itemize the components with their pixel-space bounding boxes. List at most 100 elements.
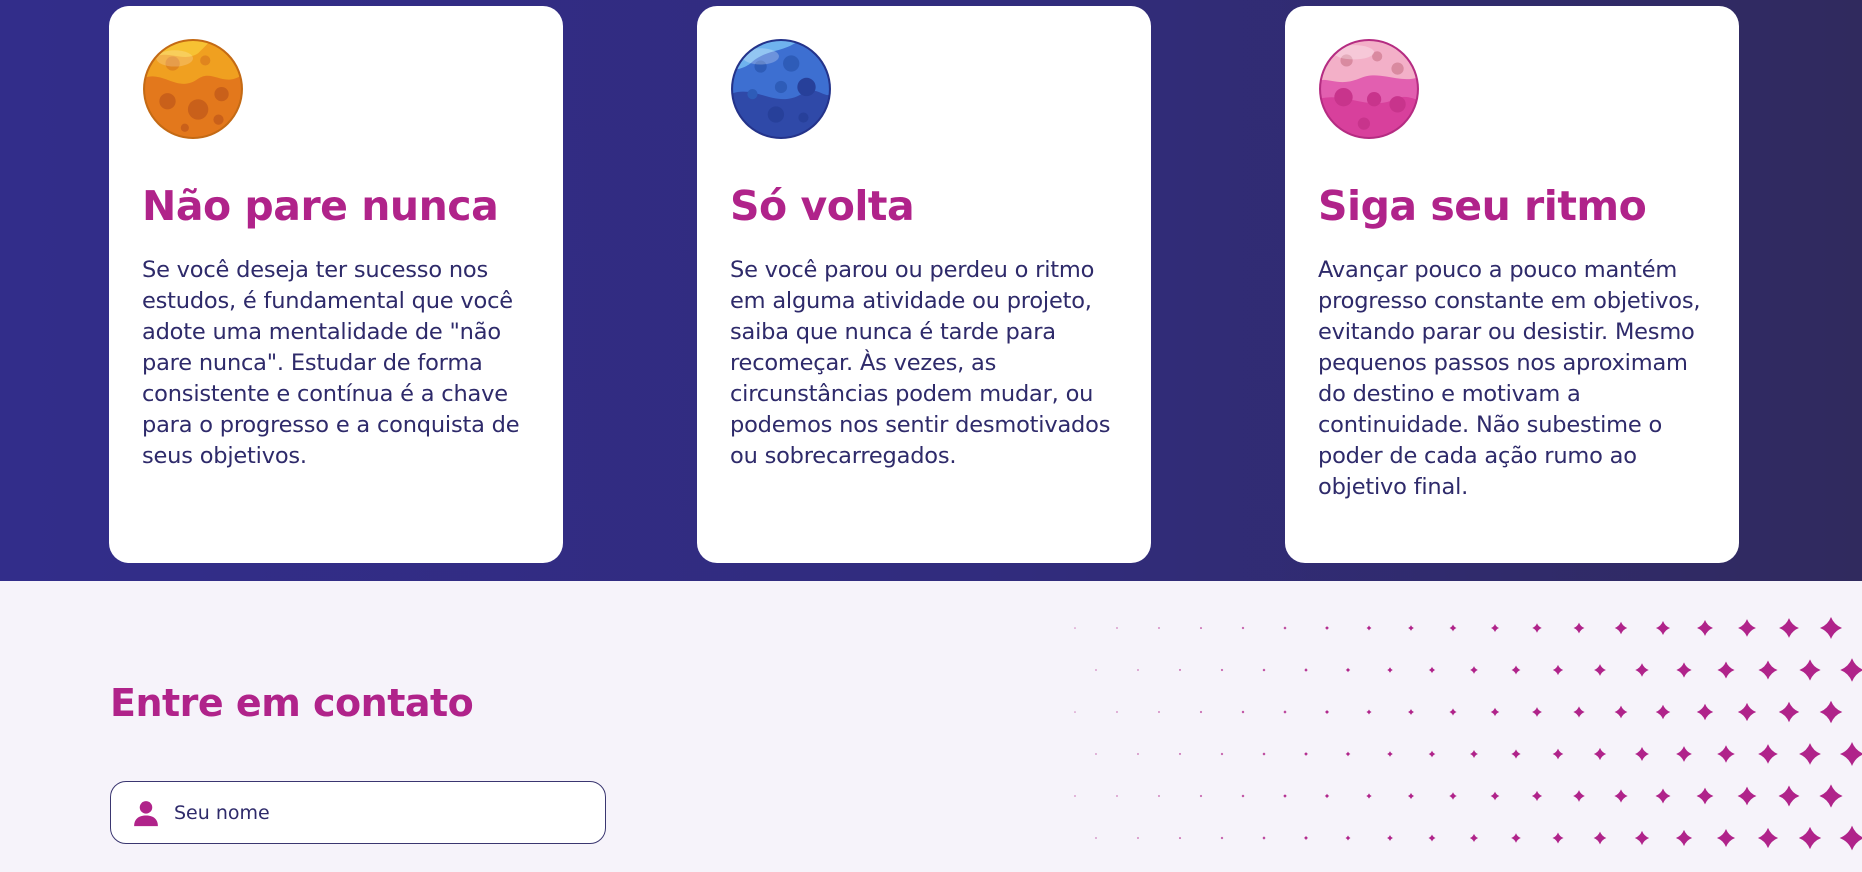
sparkle-star-icon (1839, 825, 1862, 851)
sparkle-star-icon (1469, 833, 1479, 843)
sparkle-star-icon (1696, 787, 1714, 805)
sparkle-star-icon (1366, 625, 1372, 631)
sparkle-star-icon (1779, 618, 1799, 638)
sparkle-star-icon (1199, 710, 1203, 714)
sparkle-star-icon (1178, 836, 1182, 840)
sparkle-star-icon (1717, 661, 1735, 679)
sparkle-star-icon (1262, 752, 1266, 756)
sparkle-star-icon (1737, 702, 1757, 722)
sparkle-star-icon (1490, 707, 1500, 717)
sparkle-star-icon (1407, 792, 1415, 800)
sparkle-star-icon (1593, 831, 1607, 845)
sparkle-star-icon (1593, 747, 1607, 761)
sparkle-star-icon (1840, 658, 1862, 682)
sparkle-star-icon (1573, 622, 1585, 634)
sparkle-star-icon (1116, 795, 1118, 797)
features-section: Não pare nunca Se você deseja ter sucess… (0, 0, 1862, 581)
sparkle-star-icon (1178, 752, 1182, 756)
sparkle-star-icon (1552, 748, 1564, 760)
sparkle-star-icon (1490, 623, 1500, 633)
sparkle-star-icon (1241, 710, 1245, 714)
sparkle-star-icon (1819, 700, 1843, 724)
sparkle-star-icon (1675, 829, 1693, 847)
sparkle-star-icon (1345, 751, 1351, 757)
sparkle-star-icon (1283, 794, 1287, 798)
sparkle-star-icon (1737, 786, 1757, 806)
sparkle-star-icon (1716, 828, 1736, 848)
sparkle-star-icon (1532, 623, 1542, 633)
sparkle-star-icon (1614, 621, 1628, 635)
card-text: Avançar pouco a pouco mantém progresso c… (1318, 257, 1701, 501)
sparkle-star-icon (1241, 794, 1245, 798)
sparkle-star-icon (1137, 753, 1139, 755)
card-nao-pare-nunca: Não pare nunca Se você deseja ter sucess… (109, 6, 563, 563)
sparkle-star-icon (1449, 708, 1457, 716)
sparkle-star-icon (1074, 711, 1076, 713)
sparkle-star-icon (1178, 668, 1182, 672)
contact-section: Entre em contato (0, 581, 1862, 872)
sparkle-star-icon (1199, 794, 1203, 798)
orange-planet-icon (143, 39, 243, 139)
name-field[interactable] (110, 781, 606, 844)
sparkle-star-icon (1428, 834, 1436, 842)
sparkle-star-icon (1531, 790, 1543, 802)
sparkle-star-icon (1470, 666, 1478, 674)
sparkle-star-icon (1552, 664, 1564, 676)
sparkle-star-icon (1819, 616, 1843, 640)
sparkle-star-icon (1157, 794, 1161, 798)
card-siga-seu-ritmo: Siga seu ritmo Avançar pouco a pouco man… (1285, 6, 1739, 563)
sparkle-star-icon (1199, 626, 1203, 630)
sparkle-star-icon (1095, 837, 1097, 839)
sparkle-star-icon (1839, 741, 1862, 767)
sparkle-star-icon (1655, 620, 1671, 636)
sparkle-star-icon (1366, 793, 1372, 799)
sparkle-star-icon (1552, 832, 1564, 844)
sparkle-star-icon (1345, 835, 1351, 841)
sparkle-star-icon (1324, 625, 1330, 631)
sparkle-star-icon (1220, 668, 1224, 672)
sparkle-star-icon (1449, 792, 1457, 800)
contact-title: Entre em contato (110, 681, 474, 725)
sparkle-star-icon (1428, 666, 1436, 674)
sparkle-star-icon (1158, 627, 1160, 629)
sparkle-star-icon (1758, 744, 1778, 764)
sparkle-star-icon (1778, 701, 1800, 723)
sparkle-star-icon (1778, 785, 1800, 807)
sparkle-star-icon (1366, 709, 1372, 715)
sparkle-star-icon (1614, 789, 1628, 803)
sparkle-star-icon (1283, 710, 1287, 714)
sparkle-star-icon (1324, 793, 1330, 799)
sparkle-star-icon (1798, 826, 1822, 850)
sparkle-star-icon (1799, 659, 1821, 681)
sparkle-star-icon (1116, 627, 1118, 629)
sparkle-star-icon (1220, 752, 1224, 756)
sparkle-star-icon (1738, 619, 1756, 637)
card-so-volta: Só volta Se você parou ou perdeu o ritmo… (697, 6, 1151, 563)
sparkle-star-icon (1157, 710, 1161, 714)
sparkle-star-icon (1696, 703, 1714, 721)
sparkle-star-icon (1634, 830, 1650, 846)
stars-decoration (1074, 616, 1862, 851)
sparkle-star-icon (1262, 836, 1266, 840)
sparkle-star-icon (1137, 837, 1139, 839)
sparkle-star-icon (1757, 827, 1779, 849)
user-icon (134, 800, 158, 826)
sparkle-star-icon (1676, 662, 1692, 678)
sparkle-star-icon (1532, 707, 1542, 717)
sparkle-star-icon (1095, 669, 1097, 671)
sparkle-star-icon (1074, 795, 1076, 797)
sparkle-star-icon (1635, 663, 1649, 677)
sparkle-star-icon (1819, 784, 1843, 808)
sparkle-star-icon (1303, 835, 1309, 841)
card-text: Se você parou ou perdeu o ritmo em algum… (730, 257, 1111, 470)
card-title: Não pare nunca (142, 182, 499, 230)
name-input[interactable] (174, 801, 574, 824)
sparkle-star-icon (1490, 791, 1500, 801)
sparkle-star-icon (1573, 706, 1585, 718)
card-text: Se você deseja ter sucesso nos estudos, … (142, 257, 520, 470)
card-title: Só volta (730, 182, 915, 230)
sparkle-star-icon (1387, 751, 1393, 757)
sparkle-star-icon (1758, 660, 1778, 680)
sparkle-star-icon (1408, 625, 1414, 631)
sparkle-star-icon (1304, 752, 1308, 756)
